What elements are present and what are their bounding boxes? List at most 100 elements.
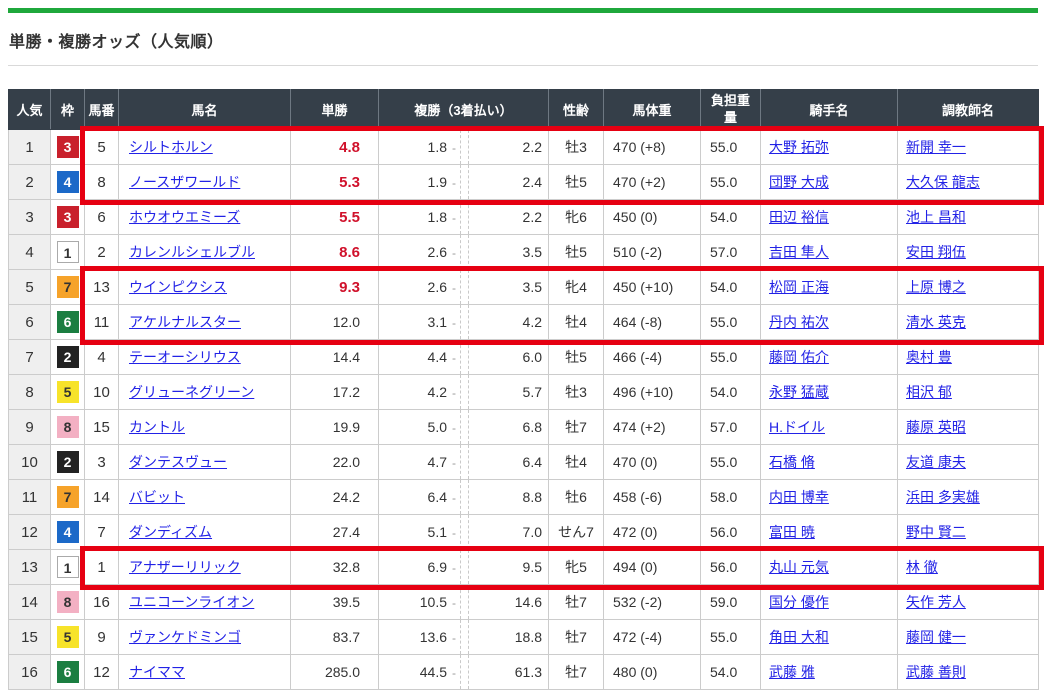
place-odds-min-cell: 10.5- (379, 585, 461, 620)
horse-name-link[interactable]: ナイママ (129, 664, 185, 680)
place-odds-gap-cell (461, 305, 469, 340)
jockey-link[interactable]: 武藤 雅 (769, 664, 815, 680)
trainer-cell: 浜田 多実雄 (898, 480, 1039, 515)
trainer-link[interactable]: 上原 博之 (906, 279, 966, 295)
trainer-link[interactable]: 相沢 郁 (906, 384, 952, 400)
trainer-link[interactable]: 大久保 龍志 (906, 174, 980, 190)
trainer-link[interactable]: 奥村 豊 (906, 349, 952, 365)
load-weight-cell: 59.0 (701, 585, 761, 620)
frame-badge: 8 (57, 416, 79, 438)
horse-name-link[interactable]: ダンディズム (129, 524, 212, 540)
jockey-link[interactable]: 富田 暁 (769, 524, 815, 540)
trainer-link[interactable]: 安田 翔伍 (906, 244, 966, 260)
jockey-link[interactable]: H.ドイル (769, 419, 825, 435)
horse-name-link[interactable]: グリューネグリーン (129, 384, 254, 400)
jockey-link[interactable]: 吉田 隼人 (769, 244, 829, 260)
horse-name-link[interactable]: カントル (129, 419, 185, 435)
horse-weight-cell: 466 (-4) (604, 340, 701, 375)
horse-name-link[interactable]: ダンテスヴュー (129, 454, 227, 470)
sex-age-cell: 牡6 (549, 480, 604, 515)
col-header-win: 単勝 (291, 90, 379, 130)
table-row: 14816ユニコーンライオン39.510.5-14.6牡7532 (-2)59.… (9, 585, 1039, 620)
horse-number-cell: 8 (85, 165, 119, 200)
jockey-link[interactable]: 松岡 正海 (769, 279, 829, 295)
trainer-link[interactable]: 池上 昌和 (906, 209, 966, 225)
jockey-link[interactable]: 団野 大成 (769, 174, 829, 190)
load-weight-cell: 55.0 (701, 445, 761, 480)
jockey-link[interactable]: 石橋 脩 (769, 454, 815, 470)
place-odds-max-cell: 2.4 (469, 165, 549, 200)
jockey-link[interactable]: 内田 博幸 (769, 489, 829, 505)
place-odds-separator: - (452, 176, 456, 190)
col-header-trainer: 調教師名 (898, 90, 1039, 130)
place-odds-separator: - (452, 386, 456, 400)
jockey-link[interactable]: 大野 拓弥 (769, 139, 829, 155)
horse-name-cell: シルトホルン (119, 130, 291, 165)
jockey-link[interactable]: 永野 猛蔵 (769, 384, 829, 400)
horse-name-link[interactable]: バビット (129, 489, 185, 505)
frame-cell: 5 (51, 620, 85, 655)
horse-number-cell: 10 (85, 375, 119, 410)
trainer-link[interactable]: 武藤 善則 (906, 664, 966, 680)
jockey-cell: 松岡 正海 (761, 270, 898, 305)
place-odds-separator: - (452, 561, 456, 575)
place-odds-min-cell: 1.8- (379, 200, 461, 235)
place-odds-min-cell: 5.1- (379, 515, 461, 550)
place-odds-min-cell: 1.9- (379, 165, 461, 200)
horse-name-link[interactable]: ホウオウエミーズ (129, 209, 240, 225)
load-weight-cell: 54.0 (701, 270, 761, 305)
horse-name-link[interactable]: アナザーリリック (129, 559, 241, 575)
trainer-link[interactable]: 新開 幸一 (906, 139, 966, 155)
trainer-link[interactable]: 浜田 多実雄 (906, 489, 980, 505)
horse-name-link[interactable]: ノースザワールド (129, 174, 240, 190)
win-odds-value: 19.9 (333, 419, 360, 435)
place-odds-min-cell: 44.5- (379, 655, 461, 690)
table-row: 248ノースザワールド5.31.9-2.4牡5470 (+2)55.0団野 大成… (9, 165, 1039, 200)
jockey-cell: 丹内 祐次 (761, 305, 898, 340)
horse-name-link[interactable]: ヴァンケドミンゴ (129, 629, 241, 645)
trainer-link[interactable]: 林 徹 (906, 559, 938, 575)
header-row: 人気枠馬番馬名単勝複勝（3着払い）性齢馬体重負担重量騎手名調教師名 (9, 90, 1039, 130)
frame-badge: 3 (57, 206, 79, 228)
horse-weight-cell: 480 (0) (604, 655, 701, 690)
trainer-link[interactable]: 藤岡 健一 (906, 629, 966, 645)
horse-name-link[interactable]: テーオーシリウス (129, 349, 241, 365)
jockey-link[interactable]: 丸山 元気 (769, 559, 829, 575)
col-header-frame: 枠 (51, 90, 85, 130)
frame-cell: 8 (51, 410, 85, 445)
trainer-link[interactable]: 矢作 芳人 (906, 594, 966, 610)
horse-name-cell: ナイママ (119, 655, 291, 690)
table-row: 336ホウオウエミーズ5.51.8-2.2牝6450 (0)54.0田辺 裕信池… (9, 200, 1039, 235)
win-odds-cell: 9.3 (291, 270, 379, 305)
place-odds-separator: - (452, 421, 456, 435)
horse-number-cell: 6 (85, 200, 119, 235)
horse-name-link[interactable]: カレンルシェルブル (129, 244, 255, 260)
win-odds-value: 14.4 (333, 349, 360, 365)
jockey-link[interactable]: 国分 優作 (769, 594, 829, 610)
trainer-cell: 友道 康夫 (898, 445, 1039, 480)
frame-cell: 7 (51, 480, 85, 515)
trainer-link[interactable]: 藤原 英昭 (906, 419, 966, 435)
trainer-link[interactable]: 野中 賢二 (906, 524, 966, 540)
place-odds-max-cell: 6.8 (469, 410, 549, 445)
page-accent-bar (8, 8, 1038, 13)
frame-cell: 3 (51, 130, 85, 165)
horse-name-link[interactable]: シルトホルン (129, 139, 213, 155)
frame-cell: 4 (51, 515, 85, 550)
horse-name-link[interactable]: アケルナルスター (129, 314, 241, 330)
place-odds-max-cell: 5.7 (469, 375, 549, 410)
horse-name-link[interactable]: ユニコーンライオン (129, 594, 254, 610)
table-row: 412カレンルシェルブル8.62.6-3.5牡5510 (-2)57.0吉田 隼… (9, 235, 1039, 270)
jockey-link[interactable]: 藤岡 佑介 (769, 349, 829, 365)
trainer-link[interactable]: 清水 英克 (906, 314, 966, 330)
load-weight-cell: 57.0 (701, 410, 761, 445)
jockey-link[interactable]: 丹内 祐次 (769, 314, 829, 330)
jockey-link[interactable]: 角田 大和 (769, 629, 829, 645)
place-odds-min-value: 5.1 (428, 524, 447, 540)
horse-name-link[interactable]: ウインピクシス (129, 279, 227, 295)
place-odds-min-value: 5.0 (428, 419, 447, 435)
trainer-link[interactable]: 友道 康夫 (906, 454, 966, 470)
place-odds-gap-cell (461, 165, 469, 200)
jockey-link[interactable]: 田辺 裕信 (769, 209, 829, 225)
place-odds-min-cell: 4.2- (379, 375, 461, 410)
